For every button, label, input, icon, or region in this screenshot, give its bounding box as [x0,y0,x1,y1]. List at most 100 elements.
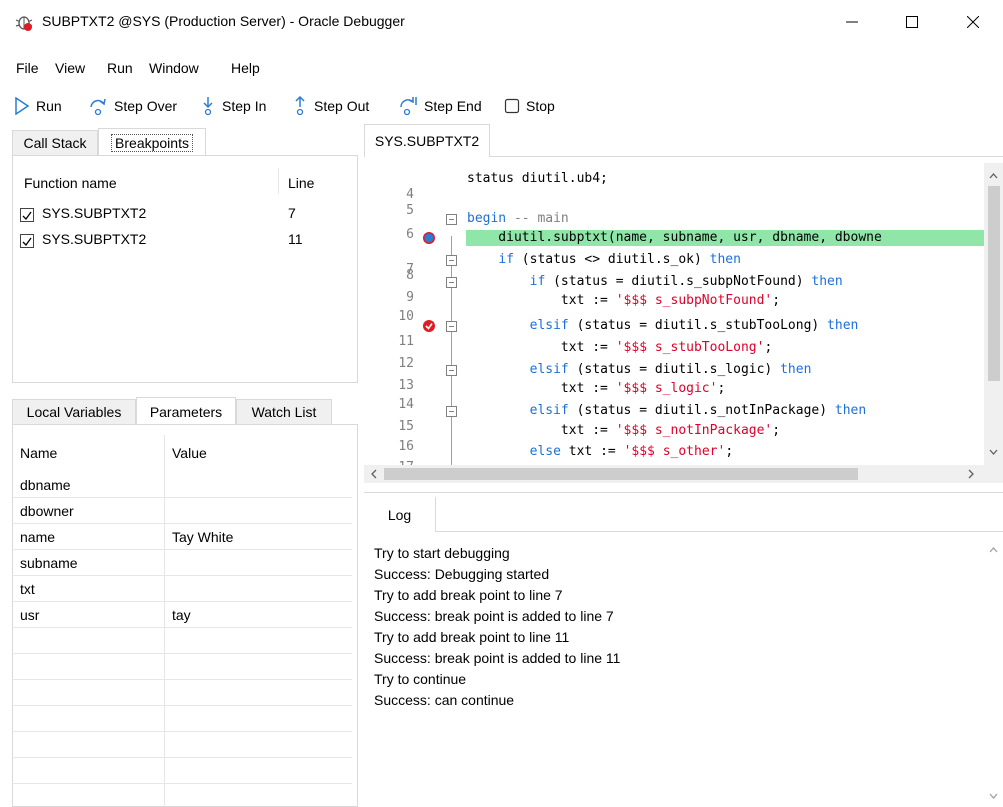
code-segment: txt := [560,340,616,355]
tab-parameters[interactable]: Parameters [136,397,236,425]
breakpoint-enabled-checkbox[interactable] [20,208,34,222]
fold-toggle-icon[interactable] [446,214,457,225]
breakpoint-row[interactable]: SYS.SUBPTXT2 7 [20,205,340,227]
breakpoint-current-icon[interactable] [423,232,435,244]
close-button[interactable] [950,0,996,43]
menu-window[interactable]: Window [149,60,199,76]
log-scroll-up-icon[interactable] [984,541,1003,559]
code-segment: txt := [560,293,616,308]
tab-call-stack[interactable]: Call Stack [12,130,98,156]
parameter-value: Tay White [172,529,234,545]
comment: -- main [506,211,569,226]
fold-toggle-icon[interactable] [446,277,457,288]
step-over-button[interactable]: Step Over [88,95,177,117]
step-out-button[interactable]: Step Out [292,95,369,117]
keyword: then [827,318,859,333]
code-line: 6 begin -- main [364,211,984,242]
breakpoint-enabled-checkbox[interactable] [20,234,34,248]
parameter-row[interactable]: subname [12,550,352,576]
tab-parameters-label: Parameters [149,403,223,420]
tab-log[interactable]: Log [364,497,436,532]
tab-breakpoints[interactable]: Breakpoints [98,128,206,156]
code-line: 9 if (status = diutil.s_subpNotFound) th… [364,274,984,305]
code-line: 11 elsif (status = diutil.s_stubTooLong)… [364,318,984,349]
menu-file[interactable]: File [16,60,39,76]
breakpoint-row[interactable]: SYS.SUBPTXT2 11 [20,231,340,253]
editor-vertical-scrollbar[interactable] [984,163,1003,465]
menu-view[interactable]: View [55,60,85,76]
editor-vertical-scroll-thumb[interactable] [988,186,1000,381]
minimize-icon [846,21,858,22]
code-text: txt := '$$$ s_logic'; [467,381,725,397]
debugger-bug-icon [15,16,33,31]
parameter-row[interactable]: dbowner [12,498,352,524]
code-line: 15 elsif (status = diutil.s_notInPackage… [364,403,984,434]
fold-toggle-icon[interactable] [446,255,457,266]
breakpoint-line: 11 [288,231,303,247]
step-in-label: Step In [222,98,267,114]
code-segment: ; [725,444,734,459]
scroll-right-icon[interactable] [962,465,980,483]
code-line: 10 txt := '$$$ s_subpNotFound'; [364,293,984,324]
code-line: 13 elsif (status = diutil.s_logic) then [364,362,984,393]
step-end-button[interactable]: Step End [398,95,482,117]
log-tab-strip-top [364,492,1003,493]
code-segment: (status = diutil.s_subpNotFound) [545,274,812,289]
scroll-up-icon[interactable] [984,167,1003,185]
stop-button[interactable]: Stop [504,95,555,117]
breakpoint-icon[interactable] [423,320,435,332]
parameter-name: dbowner [20,503,74,519]
scroll-down-icon[interactable] [984,443,1003,461]
code-segment: (status <> diutil.s_ok) [513,252,710,267]
parameter-value: tay [172,607,191,623]
code-segment: status diutil.ub4; [467,171,608,186]
log-scroll-down-icon[interactable] [984,787,1003,805]
tab-breakpoints-label: Breakpoints [111,133,193,152]
code-text: else txt := '$$$ s_other'; [467,444,734,460]
tab-watch-list[interactable]: Watch List [236,399,332,425]
scroll-left-icon[interactable] [365,465,383,483]
step-in-button[interactable]: Step In [200,95,266,117]
maximize-button[interactable] [889,0,935,43]
fold-toggle-icon[interactable] [446,365,457,376]
code-text: if (status = diutil.s_subpNotFound) then [467,274,843,290]
run-button[interactable]: Run [14,95,62,117]
parameters-header-row: Name Value [12,440,352,466]
code-segment: (status = diutil.s_logic) [568,362,781,377]
breakpoint-function: SYS.SUBPTXT2 [42,231,147,247]
minimize-button[interactable] [829,0,875,43]
code-line: 12 txt := '$$$ s_stubTooLong'; [364,340,984,371]
menu-help[interactable]: Help [231,60,260,76]
code-line: 14 txt := '$$$ s_logic'; [364,381,984,412]
log-line: Try to add break point to line 7 [374,587,563,603]
parameter-row[interactable]: txt [12,576,352,602]
code-segment: ; [772,423,781,438]
parameter-row[interactable]: dbname [12,472,352,498]
code-text: begin -- main [467,211,569,227]
tab-local-variables[interactable]: Local Variables [12,399,136,425]
editor-horizontal-scroll-thumb[interactable] [384,468,858,480]
run-label: Run [36,98,62,114]
fold-toggle-icon[interactable] [446,406,457,417]
code-line: 4 status diutil.ub4; [364,171,984,202]
tab-editor-file[interactable]: SYS.SUBPTXT2 [364,124,490,157]
breakpoints-header-function: Function name [24,175,117,191]
parameter-row[interactable]: name Tay White [12,524,352,550]
parameter-empty-row [12,628,352,654]
keyword: if [529,274,546,289]
code-editor[interactable]: 4 status diutil.ub4; 5 6 begin -- main 7… [364,163,984,465]
fold-toggle-icon[interactable] [446,321,457,332]
parameter-empty-row [12,732,352,758]
editor-horizontal-scrollbar[interactable] [364,465,984,483]
log-tab-label: Log [387,506,412,523]
keyword: else [529,444,561,459]
code-text: status diutil.ub4; [467,171,608,187]
menu-run[interactable]: Run [107,60,133,76]
keyword: then [834,403,867,418]
close-icon [967,15,979,28]
parameters-header-value: Value [172,445,207,461]
title-bar: SUBPTXT2 @SYS (Production Server) - Orac… [0,0,1003,43]
parameter-row[interactable]: usr tay [12,602,352,628]
breakpoint-line: 7 [288,205,296,221]
scrollbar-corner [984,465,1003,483]
